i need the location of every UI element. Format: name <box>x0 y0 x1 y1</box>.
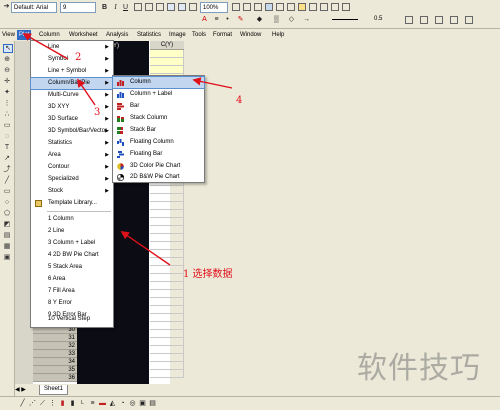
arrow-3 <box>77 78 96 106</box>
annotation-4: 4 <box>236 95 243 106</box>
arrow-2 <box>22 33 69 60</box>
label-plot-icon[interactable]: L <box>78 399 87 408</box>
annotation-1-select-data: 1 选择数据 <box>183 269 233 280</box>
line-symbol-plot-icon[interactable]: ⟋ <box>38 399 47 408</box>
bar-plot-icon[interactable]: ≡ <box>88 399 97 408</box>
arrow-1 <box>120 231 171 266</box>
pie-plot-icon[interactable]: ◔ <box>118 399 127 408</box>
stack-plot-icon[interactable]: ▬ <box>98 399 107 408</box>
template-plot-icon[interactable]: ▤ <box>148 399 157 408</box>
watermark-text: 软件技巧 <box>357 351 481 386</box>
scatter-plot-icon[interactable]: ⋰ <box>28 399 37 408</box>
arrow-4 <box>192 77 233 89</box>
annotation-3: 3 <box>94 107 101 118</box>
line-plot-icon[interactable]: ╱ <box>18 399 27 408</box>
vertical-drop-icon[interactable]: ⋮ <box>48 399 57 408</box>
annotation-2: 2 <box>75 52 82 63</box>
column-label-plot-icon[interactable]: ▮ <box>68 399 77 408</box>
polar-plot-icon[interactable]: ◎ <box>128 399 137 408</box>
stats-plot-icon[interactable]: ▣ <box>138 399 147 408</box>
column-plot-icon[interactable]: ▮ <box>58 399 67 408</box>
bottom-toolbar: ╱ ⋰ ⟋ ⋮ ▮ ▮ L ≡ ▬ ◭ ◔ ◎ ▣ ▤ <box>0 396 500 410</box>
area-plot-icon[interactable]: ◭ <box>108 399 117 408</box>
